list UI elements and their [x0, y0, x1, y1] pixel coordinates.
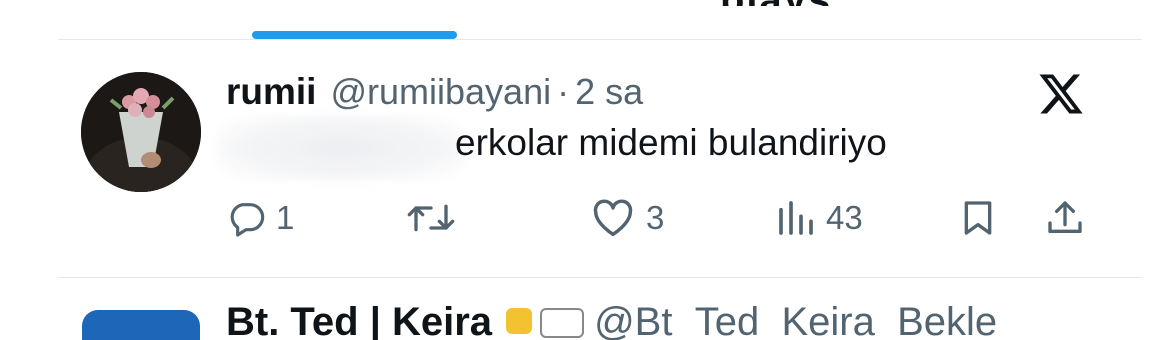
display-name[interactable]: rumii [226, 71, 316, 113]
avatar-image [81, 72, 201, 192]
reply-count: 1 [276, 199, 295, 236]
tab-bar: plays [0, 0, 1170, 40]
tweet-header: rumii @rumiibayani · 2 sa [226, 70, 643, 114]
share-button[interactable] [1043, 196, 1087, 240]
reply-icon [230, 203, 265, 237]
separator-dot: · [557, 71, 570, 112]
views-count: 43 [826, 199, 863, 236]
retweet-button[interactable] [405, 196, 467, 240]
bookmark-button[interactable] [958, 196, 998, 240]
next-tweet-avatar[interactable] [82, 310, 200, 340]
tab-label-partial[interactable]: plays [720, 0, 860, 6]
like-button[interactable]: 3 [590, 196, 664, 240]
views-button[interactable]: 43 [776, 196, 863, 240]
divider [58, 277, 1142, 278]
retweet-icon [407, 204, 455, 232]
active-tab-indicator [252, 31, 457, 39]
share-icon [1048, 201, 1082, 233]
next-display-name[interactable]: Bt. Ted | Keira [226, 300, 492, 340]
next-user-handle[interactable]: @Bt_Ted_Keira_Bekle [594, 300, 997, 340]
like-count: 3 [646, 199, 665, 236]
next-tweet-header: Bt. Ted | Keira @Bt_Ted_Keira_Bekle [226, 300, 997, 340]
views-icon [779, 201, 813, 235]
avatar[interactable] [81, 72, 201, 192]
like-icon [593, 199, 633, 237]
tweet-text: erkolar midemi bulandiriyo [455, 122, 887, 163]
badge-icon [506, 308, 533, 334]
divider [58, 39, 1142, 40]
redacted-text-blur [216, 114, 466, 182]
x-logo-icon [1039, 74, 1083, 114]
bookmark-icon [964, 201, 992, 235]
user-handle[interactable]: @rumiibayani [330, 71, 551, 113]
tweet-time[interactable]: 2 sa [575, 71, 643, 113]
reply-button[interactable]: 1 [226, 196, 294, 240]
emoji-icon [540, 308, 585, 338]
